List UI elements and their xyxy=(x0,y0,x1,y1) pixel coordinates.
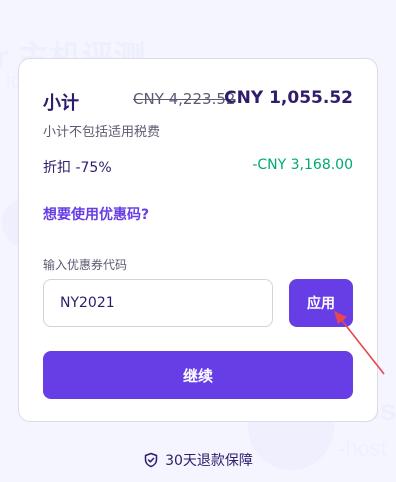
continue-button[interactable]: 继续 xyxy=(43,351,353,399)
discount-value: -CNY 3,168.00 xyxy=(252,157,353,173)
apply-coupon-button[interactable]: 应用 xyxy=(289,279,353,327)
original-price: CNY 4,223.52 xyxy=(133,90,236,108)
coupon-code-input[interactable] xyxy=(43,279,273,327)
money-back-guarantee: 30天退款保障 xyxy=(0,448,396,472)
shield-check-icon xyxy=(144,452,158,468)
subtotal-label: 小计 xyxy=(43,93,79,114)
tax-note: 小计不包括适用税费 xyxy=(43,125,161,140)
discount-label: 折扣 -75% xyxy=(43,160,112,176)
order-summary-card: 小计 CNY 4,223.52 CNY 1,055.52 小计不包括适用税费 折… xyxy=(18,58,378,422)
subtotal-price: CNY 1,055.52 xyxy=(224,88,353,108)
guarantee-text: 30天退款保障 xyxy=(165,453,253,469)
coupon-toggle-link[interactable]: 想要使用优惠码? xyxy=(43,204,149,224)
coupon-input-caption: 输入优惠券代码 xyxy=(43,258,128,272)
